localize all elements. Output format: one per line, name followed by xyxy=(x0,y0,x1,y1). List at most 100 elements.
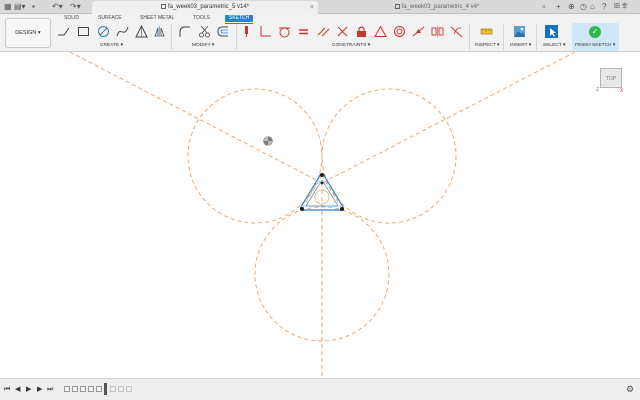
toolbar-divider xyxy=(503,24,504,50)
rectangle-icon[interactable] xyxy=(77,25,90,38)
check-icon: ✓ xyxy=(589,26,601,38)
fillet-icon[interactable] xyxy=(178,25,191,38)
toolbar-divider xyxy=(171,24,172,50)
offset-icon[interactable] xyxy=(216,25,229,38)
toolbar-divider xyxy=(536,24,537,50)
chevron-down-icon: ▾ xyxy=(36,30,41,36)
timeline-bar: ⏮ ◀ ▶ ▶ ⏭ ⚙ xyxy=(0,378,640,400)
tab-tools[interactable]: TOOLS xyxy=(193,15,210,22)
document-file-icon xyxy=(394,3,400,9)
sketch-canvas[interactable] xyxy=(0,52,640,378)
job-status-icon[interactable]: ◷ xyxy=(580,2,587,12)
new-tab-icon[interactable]: + xyxy=(556,2,561,12)
axis-x-label: X xyxy=(620,88,624,94)
save-icon[interactable]: ▪ xyxy=(32,2,35,12)
trim-icon[interactable] xyxy=(198,25,211,38)
lock-icon[interactable] xyxy=(355,25,368,38)
measure-icon[interactable] xyxy=(480,25,493,38)
construction-diagonal-left xyxy=(300,174,323,212)
construction-circle-right xyxy=(321,88,457,224)
document-file-icon xyxy=(160,3,166,9)
close-tab-icon[interactable]: × xyxy=(542,1,546,14)
timeline-feature-sketch[interactable] xyxy=(72,386,78,392)
concentric-icon[interactable] xyxy=(393,25,406,38)
modify-group-label[interactable]: MODIFY ▾ xyxy=(192,43,214,49)
tab-surface[interactable]: SURFACE xyxy=(98,15,122,22)
toolbar-divider xyxy=(236,24,237,50)
file-menu-icon[interactable]: ▤▾ xyxy=(14,2,26,12)
fix-icon[interactable] xyxy=(240,25,253,38)
sketch-point-left xyxy=(300,207,304,211)
curvature-icon[interactable] xyxy=(450,25,463,38)
active-tab-title: fa_week03_parametric_5 v14* xyxy=(167,4,250,10)
first-icon[interactable]: ⏮ xyxy=(4,385,10,394)
document-tab-inactive[interactable]: fa_week03_parametric_4 v4* × xyxy=(322,1,552,14)
view-cube-top-face[interactable]: TOP xyxy=(600,68,622,88)
inspect-group-label[interactable]: INSPECT ▾ xyxy=(475,43,499,49)
timeline-marker[interactable] xyxy=(104,383,107,395)
circle-icon[interactable] xyxy=(97,25,110,38)
user-name[interactable]: 田 幸 xyxy=(614,2,628,12)
symmetry-icon[interactable] xyxy=(431,25,444,38)
coincident-icon[interactable] xyxy=(259,25,272,38)
sketch-point-top xyxy=(320,173,324,177)
tangent-icon[interactable] xyxy=(278,25,291,38)
finish-sketch-label[interactable]: FINISH SKETCH ▾ xyxy=(575,43,615,49)
construction-diagonal-right xyxy=(321,174,344,212)
timeline-feature-sketch[interactable] xyxy=(96,386,102,392)
active-tab-indicator xyxy=(225,23,253,24)
perpendicular-icon[interactable] xyxy=(336,25,349,38)
tab-solid[interactable]: SOLID xyxy=(64,15,79,22)
undo-icon[interactable]: ↶▾ xyxy=(52,2,63,12)
notifications-icon[interactable]: ⌂ xyxy=(590,2,595,12)
previous-icon[interactable]: ◀ xyxy=(15,385,20,394)
timeline-feature-sketch[interactable] xyxy=(80,386,86,392)
tab-sheet-metal[interactable]: SHEET METAL xyxy=(140,15,174,22)
timeline-feature-suppressed[interactable] xyxy=(118,386,124,392)
create-group-label[interactable]: CREATE ▾ xyxy=(100,43,123,49)
triangle-icon[interactable] xyxy=(135,25,148,38)
timeline-feature-sketch[interactable] xyxy=(64,386,70,392)
play-icon[interactable]: ▶ xyxy=(26,385,31,394)
triangle-constraint-icon[interactable] xyxy=(374,25,387,38)
workspace-label: DESIGN xyxy=(15,30,37,36)
midpoint-icon[interactable] xyxy=(412,25,425,38)
insert-group-label[interactable]: INSERT ▾ xyxy=(510,43,531,49)
last-icon[interactable]: ⏭ xyxy=(47,385,53,394)
sketch-toolbar: DESIGN ▾ SOLID SURFACE SHEET METAL TOOLS… xyxy=(0,14,640,52)
equal-icon[interactable] xyxy=(297,25,310,38)
sketch-point-right xyxy=(340,207,344,211)
parallel-icon[interactable] xyxy=(317,25,330,38)
tab-sketch[interactable]: SKETCH xyxy=(225,15,254,22)
construction-line-right xyxy=(321,52,576,184)
redo-icon[interactable]: ↷▾ xyxy=(70,2,81,12)
document-tab-bar: ▦ ▤▾ ▪ ↶▾ ↷▾ fa_week03_parametric_5 v14*… xyxy=(0,0,640,14)
spline-icon[interactable] xyxy=(116,25,129,38)
close-tab-icon[interactable]: × xyxy=(310,1,314,14)
insert-image-icon[interactable] xyxy=(513,25,526,38)
sketch-geometry[interactable] xyxy=(0,52,640,378)
constraints-group-label[interactable]: CONSTRAINTS ▾ xyxy=(332,43,370,49)
mirror-icon[interactable] xyxy=(153,25,166,38)
construction-circle-left xyxy=(187,88,323,224)
app-window: ▦ ▤▾ ▪ ↶▾ ↷▾ fa_week03_parametric_5 v14*… xyxy=(0,0,640,400)
select-group-label[interactable]: SELECT ▾ xyxy=(543,43,565,49)
axis-z-label: Z xyxy=(596,87,600,93)
timeline-feature-suppressed[interactable] xyxy=(110,386,116,392)
timeline-feature-sketch[interactable] xyxy=(88,386,94,392)
construction-line-left xyxy=(69,52,323,184)
line-icon[interactable] xyxy=(57,25,70,38)
document-tab-active[interactable]: fa_week03_parametric_5 v14* × xyxy=(92,1,318,14)
inactive-tab-title: fa_week03_parametric_4 v4* xyxy=(401,4,480,10)
extensions-icon[interactable]: ⊕ xyxy=(568,2,575,12)
help-icon[interactable]: ? xyxy=(602,2,606,12)
gear-icon[interactable]: ⚙ xyxy=(626,384,634,394)
view-cube[interactable]: TOP xyxy=(598,64,624,90)
timeline-feature-suppressed[interactable] xyxy=(126,386,132,392)
workspace-switcher-button[interactable]: DESIGN ▾ xyxy=(5,18,51,48)
grid-menu-icon[interactable]: ▦ xyxy=(4,2,12,12)
sketch-point-top-inner xyxy=(320,181,324,185)
select-icon[interactable] xyxy=(545,25,558,38)
origin-icon xyxy=(263,136,273,146)
next-icon[interactable]: ▶ xyxy=(37,385,42,394)
